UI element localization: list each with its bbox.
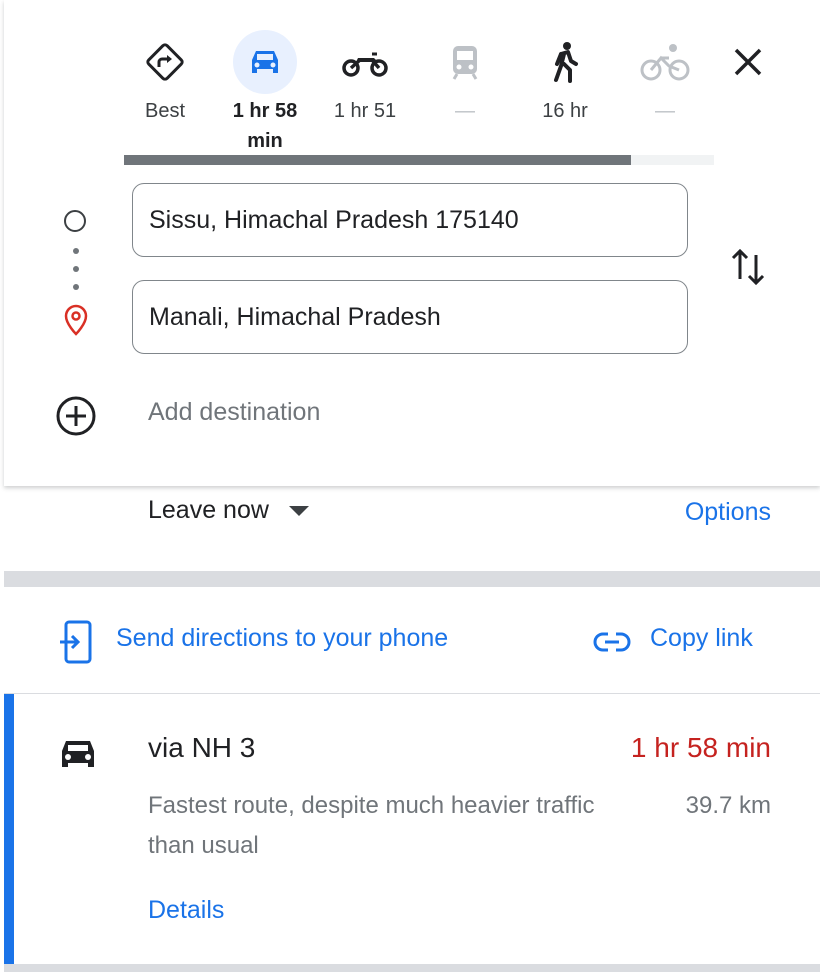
bicycle-icon <box>633 30 697 94</box>
mode-transit[interactable]: — <box>415 30 515 126</box>
send-to-phone-icon[interactable] <box>58 620 94 664</box>
close-icon <box>734 48 762 76</box>
motorcycle-icon <box>333 30 397 94</box>
mode-best-label: Best <box>144 100 186 122</box>
mode-best[interactable]: Best <box>115 30 215 126</box>
swap-origin-destination-button[interactable] <box>728 245 768 294</box>
train-icon <box>433 30 497 94</box>
connector-dot <box>73 266 79 272</box>
car-icon <box>62 741 94 767</box>
route-details-button[interactable]: Details <box>148 896 224 925</box>
origin-input[interactable]: Sissu, Himachal Pradesh 175140 <box>132 183 688 257</box>
dropdown-caret-icon <box>288 505 309 516</box>
loading-progress-bar <box>124 155 714 165</box>
mode-walking[interactable]: 16 hr <box>515 30 615 126</box>
copy-link-button[interactable]: Copy link <box>650 624 753 653</box>
route-option[interactable]: via NH 3 1 hr 58 min Fastest route, desp… <box>4 694 820 964</box>
origin-circle-icon <box>64 210 86 232</box>
best-route-icon <box>133 30 197 94</box>
destination-pin-icon <box>64 304 88 336</box>
connector-dot <box>73 248 79 254</box>
progress-fill <box>124 155 632 165</box>
mode-motorcycle-label: 1 hr 51 <box>333 100 397 122</box>
route-description: Fastest route, despite much heavier traf… <box>148 792 595 859</box>
section-divider <box>4 571 820 587</box>
route-distance: 39.7 km <box>685 792 771 819</box>
destination-input-value: Manali, Himachal Pradesh <box>149 302 441 331</box>
mode-cycling[interactable]: — <box>615 30 715 126</box>
departure-time-dropdown[interactable]: Leave now <box>148 496 309 525</box>
mode-cycling-label: — <box>655 100 675 122</box>
departure-time-label: Leave now <box>148 496 269 524</box>
share-row: Send directions to your phone Copy link <box>4 600 820 682</box>
walking-icon <box>533 30 597 94</box>
origin-input-value: Sissu, Himachal Pradesh 175140 <box>149 205 519 234</box>
connector-dot <box>73 284 79 290</box>
destination-input[interactable]: Manali, Himachal Pradesh <box>132 280 688 354</box>
mode-walking-label: 16 hr <box>542 100 588 122</box>
add-destination-icon[interactable] <box>54 394 98 438</box>
close-button[interactable] <box>726 40 770 84</box>
mode-driving[interactable]: 1 hr 58 min <box>215 30 315 156</box>
selected-route-indicator <box>4 694 14 964</box>
directions-header: Best 1 hr 58 min 1 hr 51 — 16 hr — Sissu… <box>4 0 820 486</box>
add-destination-button[interactable]: Add destination <box>148 398 320 427</box>
options-button[interactable]: Options <box>685 498 771 527</box>
swap-icon <box>731 248 765 286</box>
car-icon <box>233 30 297 94</box>
route-duration: 1 hr 58 min <box>630 732 771 763</box>
section-divider <box>4 964 820 972</box>
route-title: via NH 3 <box>148 732 256 763</box>
send-directions-to-phone-button[interactable]: Send directions to your phone <box>116 624 448 653</box>
mode-transit-label: — <box>455 100 475 122</box>
mode-driving-label: 1 hr 58 min <box>232 100 298 152</box>
link-icon[interactable] <box>592 624 632 660</box>
mode-motorcycle[interactable]: 1 hr 51 <box>315 30 415 126</box>
directions-panel: Best 1 hr 58 min 1 hr 51 — 16 hr — Sissu… <box>4 0 820 972</box>
